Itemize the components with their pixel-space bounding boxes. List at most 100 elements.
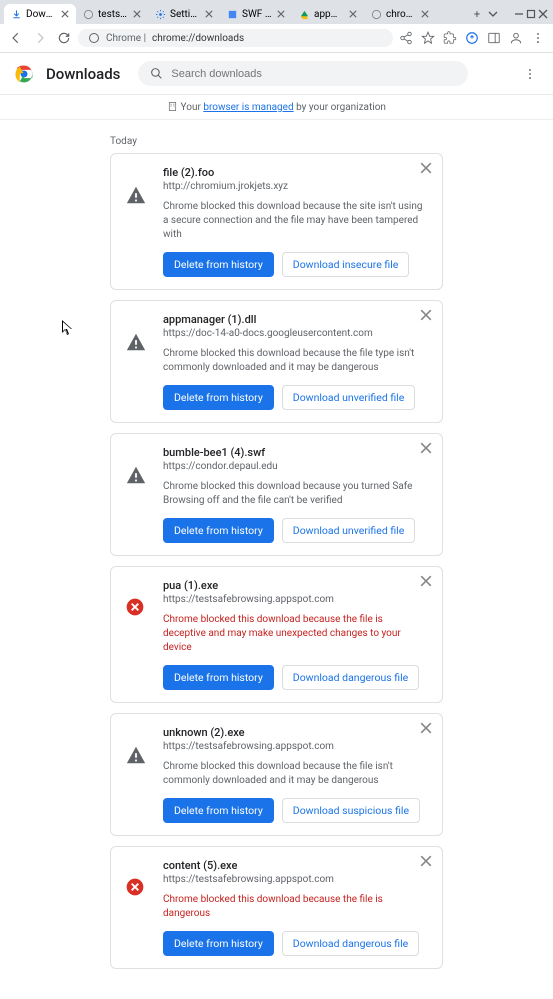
download-item: file (2).foo http://chromium.jrokjets.xy… [110, 153, 443, 290]
download-url[interactable]: https://testsafebrowsing.appspot.com [163, 594, 428, 605]
chrome-page-icon [88, 32, 100, 44]
chrome-logo-icon [14, 64, 34, 84]
dismiss-icon[interactable] [420, 855, 434, 869]
download-item: appmanager (1).dll https://doc-14-a0-doc… [110, 300, 443, 423]
dismiss-icon[interactable] [420, 722, 434, 736]
download-anyway-button[interactable]: Download dangerous file [282, 931, 419, 956]
share-icon[interactable] [397, 29, 415, 47]
omnibox-prefix: Chrome | [106, 33, 146, 44]
tab-close-icon[interactable] [348, 9, 358, 19]
browser-tab[interactable]: Settings - … [148, 4, 220, 24]
omnibox-value: chrome://downloads [152, 33, 244, 44]
delete-from-history-button[interactable]: Delete from history [163, 518, 274, 543]
tab-favicon-icon [298, 8, 310, 20]
search-box[interactable] [138, 61, 468, 86]
browser-tab[interactable]: Downloads [4, 4, 76, 24]
managed-notice: Your browser is managed by your organiza… [0, 95, 553, 120]
managed-link[interactable]: browser is managed [203, 102, 293, 113]
dismiss-icon[interactable] [420, 309, 434, 323]
download-item: pua (1).exe https://testsafebrowsing.app… [110, 566, 443, 703]
search-input[interactable] [171, 68, 456, 80]
tab-close-icon[interactable] [60, 9, 70, 19]
tab-close-icon[interactable] [276, 9, 286, 19]
warning-icon [125, 446, 149, 543]
dismiss-icon[interactable] [420, 442, 434, 456]
download-url[interactable]: https://testsafebrowsing.appspot.com [163, 741, 428, 752]
tab-close-icon[interactable] [204, 9, 214, 19]
download-url[interactable]: https://condor.depaul.edu [163, 461, 428, 472]
browser-toolbar: Chrome | chrome://downloads [0, 24, 553, 53]
building-icon [167, 101, 178, 112]
new-tab-button[interactable]: + [467, 4, 487, 24]
chrome-chevron-icon[interactable] [487, 8, 499, 20]
download-anyway-button[interactable]: Download unverified file [282, 518, 416, 543]
download-anyway-button[interactable]: Download insecure file [282, 252, 410, 277]
download-filename: pua (1).exe [163, 579, 428, 592]
download-url[interactable]: http://chromium.jrokjets.xyz [163, 181, 428, 192]
tab-favicon-icon [82, 8, 94, 20]
download-message: Chrome blocked this download because the… [163, 760, 428, 788]
download-filename: file (2).foo [163, 166, 428, 179]
delete-from-history-button[interactable]: Delete from history [163, 665, 274, 690]
back-button[interactable] [6, 28, 26, 48]
downloads-header: Downloads [0, 53, 553, 95]
download-filename: unknown (2).exe [163, 726, 428, 739]
browser-tab[interactable]: chromium… [364, 4, 436, 24]
tab-favicon-icon [226, 8, 238, 20]
danger-icon [125, 859, 149, 956]
warning-icon [125, 313, 149, 410]
tab-favicon-icon [10, 8, 22, 20]
browser-tab[interactable]: appmanag… [292, 4, 364, 24]
download-message: Chrome blocked this download because the… [163, 893, 428, 921]
download-anyway-button[interactable]: Download suspicious file [282, 798, 420, 823]
tab-favicon-icon [370, 8, 382, 20]
window-minimize-icon[interactable] [513, 8, 525, 20]
danger-icon [125, 579, 149, 690]
tab-strip: Downloads testsafebr… Settings - … SWF F… [0, 0, 553, 24]
side-panel-icon[interactable] [485, 29, 503, 47]
download-anyway-button[interactable]: Download unverified file [282, 385, 416, 410]
tab-title: Settings - … [170, 9, 200, 20]
download-item: content (5).exe https://testsafebrowsing… [110, 846, 443, 969]
delete-from-history-button[interactable]: Delete from history [163, 798, 274, 823]
address-bar[interactable]: Chrome | chrome://downloads [78, 29, 393, 47]
download-message: Chrome blocked this download because the… [163, 200, 428, 242]
download-filename: content (5).exe [163, 859, 428, 872]
window-maximize-icon[interactable] [525, 8, 537, 20]
tab-close-icon[interactable] [420, 9, 430, 19]
tab-favicon-icon [154, 8, 166, 20]
extensions-icon[interactable] [441, 29, 459, 47]
download-item: unknown (2).exe https://testsafebrowsing… [110, 713, 443, 836]
window-close-icon[interactable] [537, 8, 549, 20]
tab-title: chromium… [386, 9, 416, 20]
warning-icon [125, 166, 149, 277]
section-label: Today [110, 136, 553, 147]
dismiss-icon[interactable] [420, 162, 434, 176]
managed-prefix: Your [181, 102, 204, 113]
downloads-page: Downloads Your browser is managed by you… [0, 53, 553, 999]
download-anyway-button[interactable]: Download dangerous file [282, 665, 419, 690]
tab-close-icon[interactable] [132, 9, 142, 19]
download-url[interactable]: https://testsafebrowsing.appspot.com [163, 874, 428, 885]
browser-tab[interactable]: SWF File D… [220, 4, 292, 24]
page-title: Downloads [46, 65, 120, 83]
search-icon [150, 67, 163, 80]
reload-button[interactable] [54, 28, 74, 48]
delete-from-history-button[interactable]: Delete from history [163, 385, 274, 410]
bookmark-icon[interactable] [419, 29, 437, 47]
downloads-menu-icon[interactable] [521, 65, 539, 83]
tab-title: Downloads [26, 9, 56, 20]
warning-icon [125, 726, 149, 823]
download-url[interactable]: https://doc-14-a0-docs.googleusercontent… [163, 328, 428, 339]
managed-suffix: by your organization [294, 102, 386, 113]
profile-icon[interactable] [507, 29, 525, 47]
dismiss-icon[interactable] [420, 575, 434, 589]
tab-title: SWF File D… [242, 9, 272, 20]
delete-from-history-button[interactable]: Delete from history [163, 931, 274, 956]
download-filename: appmanager (1).dll [163, 313, 428, 326]
delete-from-history-button[interactable]: Delete from history [163, 252, 274, 277]
browser-menu-icon[interactable] [529, 29, 547, 47]
forward-button[interactable] [30, 28, 50, 48]
update-icon[interactable] [463, 29, 481, 47]
browser-tab[interactable]: testsafebr… [76, 4, 148, 24]
